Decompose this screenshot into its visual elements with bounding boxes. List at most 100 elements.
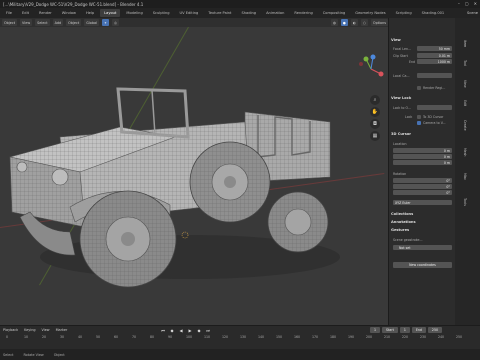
annotations-section-header[interactable]: Annotations <box>391 220 416 224</box>
snap-toggle-icon[interactable]: ⌖ <box>102 19 110 26</box>
tab-edit[interactable]: Edit <box>463 100 467 106</box>
view-section-header[interactable]: View <box>391 38 401 42</box>
shading-wireframe-icon[interactable]: ◍ <box>330 19 338 26</box>
orientation-dropdown[interactable]: Global <box>84 19 100 26</box>
cursor-rotation-x[interactable]: 0° <box>393 178 452 183</box>
tab-geometry-nodes[interactable]: Geometry Nodes <box>351 9 389 17</box>
clip-start-field[interactable]: 0.01 m <box>417 53 452 58</box>
menu-window[interactable]: Window <box>58 9 80 17</box>
lock-to-object-field[interactable] <box>417 105 452 110</box>
menu-select[interactable]: Select <box>35 19 50 26</box>
tab-tool[interactable]: Tool <box>463 60 467 66</box>
grid-icon[interactable]: ▦ <box>370 131 380 141</box>
frame-tick-label: 80 <box>150 335 155 339</box>
view-lock-section-header[interactable]: View Lock <box>391 96 411 100</box>
frame-ruler[interactable]: 0 10 20 30 40 50 60 70 80 90 100 110 120 130 140 150 160… <box>0 335 480 340</box>
playback-menu[interactable]: Playback <box>3 328 18 332</box>
frame-tick-label: 190 <box>348 335 355 339</box>
tab-view[interactable]: View <box>463 80 467 88</box>
play-icon[interactable]: ▶ <box>187 327 193 333</box>
keying-menu[interactable]: Keying <box>24 328 35 332</box>
mode-dropdown[interactable]: Object <box>2 19 18 26</box>
frame-tick-label: 150 <box>276 335 283 339</box>
render-region-checkbox[interactable] <box>417 86 421 90</box>
tab-rendering[interactable]: Rendering <box>290 9 316 17</box>
play-reverse-icon[interactable]: ◀ <box>178 327 184 333</box>
options-dropdown[interactable]: Options <box>370 19 388 26</box>
status-bar: Select Rotate View Object <box>0 349 480 360</box>
tab-create[interactable]: Create <box>463 120 467 131</box>
cursor-location-y[interactable]: 0 m <box>393 154 452 159</box>
new-coordinates-button[interactable]: New coordinates <box>393 262 452 268</box>
gestures-section-header[interactable]: Gestures <box>391 228 409 232</box>
navigation-gizmo[interactable] <box>356 54 386 84</box>
timeline-view-menu[interactable]: View <box>42 328 50 332</box>
tab-layout[interactable]: Layout <box>100 9 121 17</box>
viewport-header: Object View Select Add Object Global ⌖ ◎… <box>0 18 388 27</box>
maximize-button[interactable]: ▢ <box>465 1 469 6</box>
3d-cursor-section-header[interactable]: 3D Cursor <box>391 132 411 136</box>
cursor-rotation-y[interactable]: 0° <box>393 184 452 189</box>
start-frame-field[interactable]: 1 <box>399 327 410 333</box>
proportional-edit-icon[interactable]: ◎ <box>112 19 120 26</box>
shading-solid-icon[interactable]: ● <box>340 19 348 26</box>
menu-render[interactable]: Render <box>35 9 56 17</box>
pan-hand-icon[interactable]: ✋ <box>370 107 380 117</box>
menu-help[interactable]: Help <box>82 9 98 17</box>
tab-shading-001[interactable]: Shading.001 <box>418 9 449 17</box>
tab-tools[interactable]: Tools <box>463 198 467 206</box>
frame-tick-label: 170 <box>312 335 319 339</box>
tab-shading[interactable]: Shading <box>237 9 260 17</box>
timeline-editor: Playback Keying View Marker ⏮ ◆ ◀ ▶ ◆ ⏭ … <box>0 325 480 349</box>
menu-file[interactable]: File <box>2 9 16 17</box>
location-label: Location <box>393 142 407 146</box>
window-titlebar: [...\Military\V29_Dodge WC-51\V29_Dodge … <box>0 0 480 8</box>
lock-to-3d-cursor-label: To 3D Cursor <box>423 115 444 119</box>
tab-scripting[interactable]: Scripting <box>392 9 416 17</box>
clip-end-field[interactable]: 1000 m <box>417 59 452 64</box>
focal-length-field[interactable]: 50 mm <box>417 46 452 51</box>
camera-icon[interactable]: ◘ <box>370 119 380 129</box>
jump-start-icon[interactable]: ⏮ <box>160 327 166 333</box>
marker-menu[interactable]: Marker <box>56 328 68 332</box>
truck-model[interactable] <box>0 27 388 325</box>
local-camera-field[interactable] <box>417 73 452 78</box>
tab-misc[interactable]: Misc <box>463 173 467 180</box>
menu-add[interactable]: Add <box>52 19 64 26</box>
tab-sculpting[interactable]: Sculpting <box>149 9 174 17</box>
shading-material-icon[interactable]: ◐ <box>350 19 358 26</box>
camera-to-view-checkbox[interactable] <box>417 121 421 125</box>
cursor-rotation-z[interactable]: 0° <box>393 190 452 195</box>
tab-animation[interactable]: Animation <box>262 9 288 17</box>
menu-view[interactable]: View <box>20 19 33 26</box>
close-button[interactable]: ✕ <box>474 1 477 6</box>
tab-uv-editing[interactable]: UV Editing <box>176 9 203 17</box>
zoom-icon[interactable]: ⌕ <box>370 95 380 105</box>
3d-viewport[interactable]: ⌕ ✋ ◘ ▦ <box>0 27 388 325</box>
scene-selector[interactable]: Scene <box>467 11 478 15</box>
rotation-mode-dropdown[interactable]: XYZ Euler <box>393 200 452 205</box>
tab-texture-paint[interactable]: Texture Paint <box>204 9 235 17</box>
end-frame-field[interactable]: 250 <box>427 327 443 333</box>
shading-rendered-icon[interactable]: ○ <box>360 19 368 26</box>
jump-end-icon[interactable]: ⏭ <box>205 327 211 333</box>
cursor-location-z[interactable]: 0 m <box>393 160 452 165</box>
current-frame-field[interactable]: 1 <box>370 327 381 333</box>
lock-to-object-label: Lock to O... <box>393 106 411 110</box>
cursor-location-x[interactable]: 0 m <box>393 148 452 153</box>
minimize-button[interactable]: – <box>458 1 460 6</box>
frame-tick-label: 20 <box>42 335 47 339</box>
tab-mesh[interactable]: Mesh <box>463 148 467 156</box>
collections-section-header[interactable]: Collections <box>391 212 413 216</box>
frame-tick-label: 90 <box>168 335 173 339</box>
menu-edit[interactable]: Edit <box>18 9 33 17</box>
next-keyframe-icon[interactable]: ◆ <box>196 327 202 333</box>
tab-modeling[interactable]: Modeling <box>122 9 146 17</box>
gesture-field[interactable]: Not set <box>393 245 452 250</box>
menu-object[interactable]: Object <box>66 19 82 26</box>
frame-tick-label: 200 <box>366 335 373 339</box>
tab-compositing[interactable]: Compositing <box>319 9 350 17</box>
tab-item[interactable]: Item <box>463 40 467 47</box>
lock-to-3d-cursor-checkbox[interactable] <box>417 115 421 119</box>
prev-keyframe-icon[interactable]: ◆ <box>169 327 175 333</box>
